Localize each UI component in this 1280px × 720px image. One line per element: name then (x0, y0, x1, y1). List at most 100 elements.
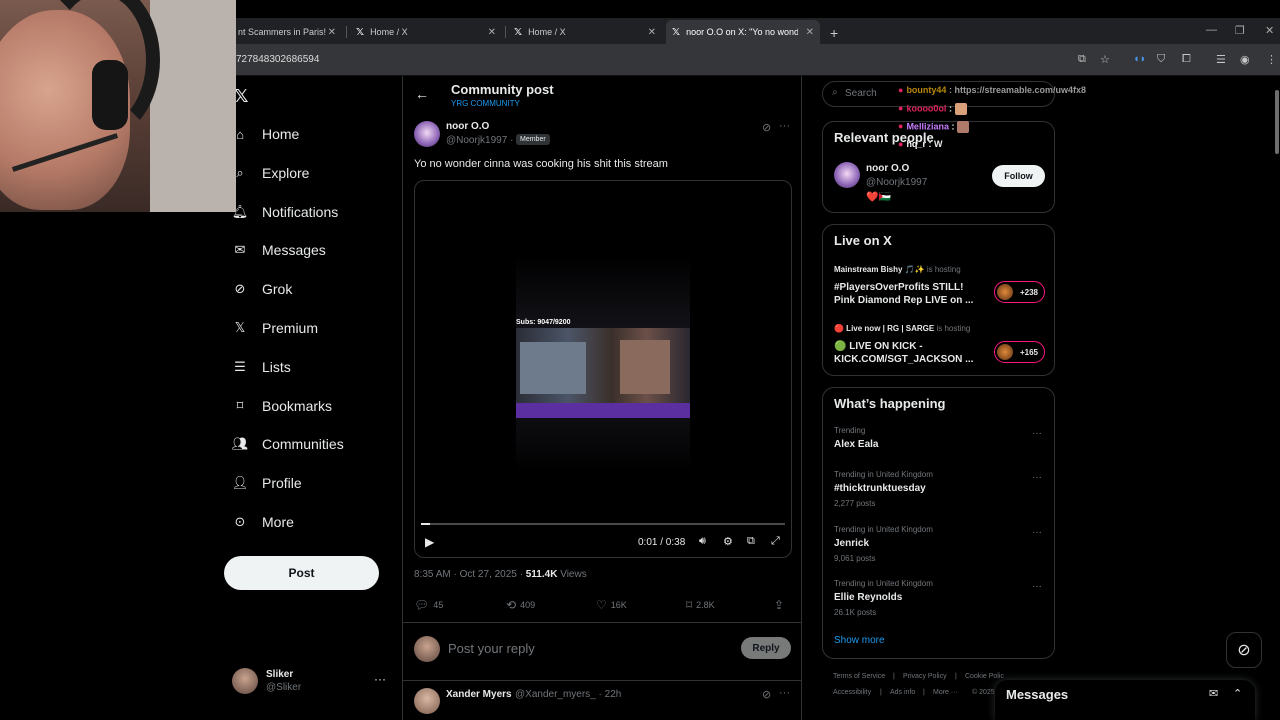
trend-name[interactable]: Ellie Reynolds (834, 592, 902, 603)
person-handle[interactable]: @Noorjk1997 (866, 177, 927, 188)
install-app-icon[interactable]: ⧉ (1078, 53, 1086, 66)
live-title[interactable]: #PlayersOverProfits STILL! Pink Diamond … (834, 281, 984, 307)
page-scrollbar[interactable] (1275, 90, 1279, 154)
more-icon[interactable]: ··· (1032, 581, 1042, 592)
more-icon[interactable]: ··· (779, 120, 790, 132)
browser-tab-2[interactable]: 𝕏 Home / X ✕ (350, 20, 502, 44)
minimize-icon[interactable]: — (1206, 24, 1217, 36)
like-action[interactable]: ♡ 16K (596, 598, 627, 612)
footer-cookie-link[interactable]: Cookie Polic (965, 673, 1004, 680)
profile-avatar-icon[interactable]: ◉ (1240, 53, 1250, 66)
more-icon[interactable]: ··· (1032, 527, 1042, 538)
reply-input[interactable]: Post your reply (448, 641, 535, 656)
play-icon[interactable]: ▶ (425, 535, 434, 549)
new-tab-button[interactable]: + (830, 25, 838, 41)
trend-name[interactable]: #thicktrunktuesday (834, 483, 926, 494)
live-listener-badge[interactable]: +238 (994, 281, 1045, 303)
avatar[interactable] (414, 121, 440, 147)
reply-action[interactable]: 💬︎ 45 (414, 598, 443, 612)
bookmark-action[interactable]: ⌑ 2.8K (686, 598, 715, 612)
fullscreen-icon[interactable]: ⤢ (771, 535, 780, 548)
extensions-puzzle-icon[interactable]: ⧠ (1182, 53, 1191, 66)
post-button[interactable]: Post (224, 556, 379, 590)
footer-separator: | (923, 689, 925, 696)
comment-author-handle[interactable]: @Xander_myers_ · 22h (515, 689, 621, 700)
close-icon[interactable]: ✕ (648, 27, 656, 38)
volume-icon[interactable]: 🔊︎ (699, 535, 706, 548)
bookmark-star-icon[interactable]: ☆ (1100, 53, 1110, 66)
chevron-up-icon[interactable]: ⌃ (1233, 687, 1242, 700)
close-icon[interactable]: ✕ (488, 27, 496, 38)
grok-icon[interactable]: ⊘ (762, 688, 771, 701)
close-icon[interactable]: ✕ (806, 27, 814, 38)
nav-item-premium[interactable]: 𝕏 Premium (232, 313, 318, 343)
nav-item-profile[interactable]: 👤︎ Profile (232, 468, 302, 498)
show-more-link[interactable]: Show more (834, 635, 885, 646)
nav-item-more[interactable]: ⊙ More (232, 507, 294, 537)
extension-shield-icon[interactable]: ⛉ (1157, 53, 1165, 66)
reply-button[interactable]: Reply (741, 637, 791, 659)
footer-privacy-link[interactable]: Privacy Policy (903, 673, 947, 680)
more-icon[interactable]: ··· (374, 672, 386, 686)
comment-author-name[interactable]: Xander Myers (446, 689, 512, 700)
extension-audio-icon[interactable]: ◖◗ (1133, 53, 1146, 65)
back-arrow-icon[interactable]: ← (415, 86, 429, 102)
footer-more-link[interactable]: More ··· (933, 689, 958, 696)
follow-button[interactable]: Follow (992, 165, 1045, 187)
url-field[interactable]: 727848302686594 (236, 54, 319, 65)
nav-item-home[interactable]: ⌂ Home (232, 119, 299, 149)
account-switcher[interactable]: Sliker @Sliker ··· (232, 666, 392, 696)
footer-accessibility-link[interactable]: Accessibility (833, 689, 871, 696)
x-logo-icon[interactable]: 𝕏 (234, 86, 249, 107)
trend-name[interactable]: Jenrick (834, 538, 869, 549)
person-name[interactable]: noor O.O (866, 163, 909, 174)
messages-dock[interactable]: Messages ✉ ⌃ (995, 680, 1255, 720)
avatar[interactable] (414, 688, 440, 714)
new-message-icon[interactable]: ✉ (1209, 687, 1218, 700)
video-player[interactable]: Subs: 9047/9200 ▶ 0:01 / 0:38 🔊︎ ⚙ ⧉ ⤢ (414, 180, 792, 558)
restore-icon[interactable]: ❐ (1235, 24, 1245, 37)
nav-item-lists[interactable]: ☰ Lists (232, 352, 291, 382)
footer-ads-link[interactable]: Ads info (890, 689, 915, 696)
more-icon[interactable]: ··· (779, 687, 790, 699)
live-listener-badge[interactable]: +165 (994, 341, 1045, 363)
live-title[interactable]: 🟢 LIVE ON KICK - KICK.COM/SGT_JACKSON ..… (834, 340, 984, 366)
webcam-overlay (0, 0, 236, 212)
grok-icon[interactable]: ⊘ (762, 121, 771, 134)
video-progress-bar[interactable] (421, 523, 785, 525)
nav-item-grok[interactable]: ⊘ Grok (232, 274, 293, 304)
nav-item-label: Profile (262, 475, 302, 492)
tab-search-icon[interactable]: ☰ (1216, 53, 1226, 66)
more-icon[interactable]: ··· (1032, 472, 1042, 483)
settings-gear-icon[interactable]: ⚙ (723, 535, 733, 548)
browser-tab-3[interactable]: 𝕏 Home / X ✕ (508, 20, 662, 44)
trend-context: Trending in United Kingdom (834, 525, 933, 534)
browser-tab-1[interactable]: nt Scammers in Paris! *ar ✕ (232, 20, 342, 44)
nav-item-communities[interactable]: 👥︎ Communities (232, 429, 344, 459)
bookmark-icon: ⌑ (236, 397, 244, 413)
more-icon[interactable]: ··· (1032, 428, 1042, 439)
people-icon: 👥︎ (231, 436, 249, 452)
community-link[interactable]: YRG COMMUNITY (451, 99, 520, 108)
grok-float-button[interactable]: ⊘ (1226, 632, 1262, 668)
nav-item-bookmarks[interactable]: ⌑ Bookmarks (232, 391, 332, 421)
close-icon[interactable]: ✕ (328, 27, 336, 38)
nav-item-messages[interactable]: ✉ Messages (232, 235, 326, 265)
live-host[interactable]: 🔴 Live now | RG | SARGE is hosting (834, 324, 970, 333)
nav-item-explore[interactable]: ⌕ Explore (232, 158, 309, 188)
browser-menu-icon[interactable]: ⋮ (1266, 53, 1277, 66)
grok-icon: ⊘ (234, 281, 246, 297)
repost-action[interactable]: ⟲ 409 (506, 598, 535, 612)
share-action[interactable]: ⇪ (774, 598, 788, 612)
footer-terms-link[interactable]: Terms of Service (833, 673, 885, 680)
browser-tab-active[interactable]: 𝕏 noor O.O on X: "Yo no wonder ✕ (666, 20, 820, 44)
member-badge: Member (516, 134, 550, 145)
trend-name[interactable]: Alex Eala (834, 439, 878, 450)
post-author-handle[interactable]: @Noorjk1997 · (446, 135, 513, 146)
picture-in-picture-icon[interactable]: ⧉ (747, 535, 755, 548)
live-host[interactable]: Mainstream Bishy 🎵✨ is hosting (834, 265, 961, 274)
close-window-icon[interactable]: ✕ (1265, 24, 1274, 37)
avatar[interactable] (834, 162, 860, 188)
nav-item-notifications[interactable]: 🔔︎ Notifications (232, 197, 339, 227)
post-author-name[interactable]: noor O.O (446, 121, 489, 132)
